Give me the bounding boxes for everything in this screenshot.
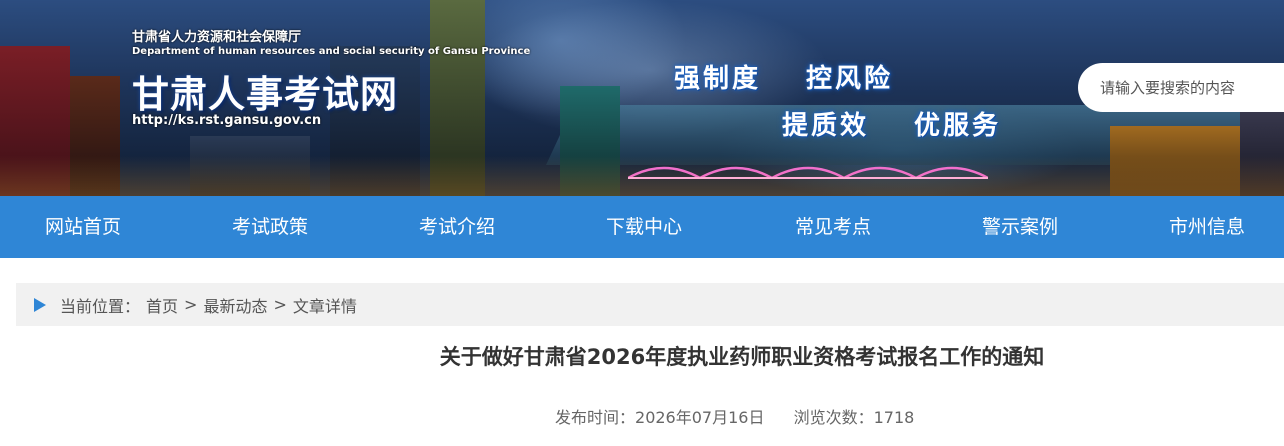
main-nav: 网站首页 考试政策 考试介绍 下载中心 常见考点 警示案例 市州信息 — [0, 196, 1284, 258]
breadcrumb-prefix: 当前位置： — [60, 296, 141, 316]
nav-item-exam-sites[interactable]: 常见考点 — [795, 196, 871, 258]
slogan: 控风险 — [806, 64, 894, 94]
nav-item-warning-cases[interactable]: 警示案例 — [982, 196, 1058, 258]
nav-item-home[interactable]: 网站首页 — [45, 196, 121, 258]
breadcrumb-current: 文章详情 — [292, 296, 357, 316]
publish-date: 2026年07月16日 — [635, 408, 765, 427]
slogan: 优服务 — [914, 111, 1002, 141]
views-count: 1718 — [873, 408, 915, 427]
play-arrow-icon — [34, 297, 46, 312]
article-title: 关于做好甘肃省2026年度执业药师职业资格考试报名工作的通知 — [439, 345, 1045, 369]
site-url: http://ks.rst.gansu.gov.cn — [132, 113, 322, 128]
slogan: 提质效 — [782, 111, 870, 141]
breadcrumb-separator: > — [184, 295, 198, 314]
breadcrumb-news[interactable]: 最新动态 — [203, 293, 267, 317]
article-meta: 发布时间：2026年07月16日 浏览次数：1718 — [555, 404, 914, 428]
banner-city-lights — [0, 156, 1284, 196]
views-label: 浏览次数： — [793, 408, 874, 427]
breadcrumb-home[interactable]: 首页 — [146, 293, 178, 317]
breadcrumb-separator: > — [273, 295, 287, 314]
nav-item-exam-intro[interactable]: 考试介绍 — [419, 196, 495, 258]
header-banner: 甘肃省人力资源和社会保障厅 Department of human resour… — [0, 0, 1284, 196]
org-name: 甘肃省人力资源和社会保障厅 — [132, 30, 302, 45]
nav-item-city-info[interactable]: 市州信息 — [1169, 196, 1245, 258]
nav-item-downloads[interactable]: 下载中心 — [606, 196, 682, 258]
org-name-en: Department of human resources and social… — [132, 46, 531, 57]
search-box — [1078, 63, 1284, 112]
slogan: 强制度 — [674, 64, 762, 94]
nav-item-policy[interactable]: 考试政策 — [232, 196, 308, 258]
breadcrumb: 当前位置： 首页 > 最新动态 > 文章详情 — [16, 283, 1284, 326]
publish-label: 发布时间： — [555, 408, 636, 427]
search-input[interactable] — [1098, 77, 1282, 98]
site-title[interactable]: 甘肃人事考试网 — [132, 64, 398, 118]
